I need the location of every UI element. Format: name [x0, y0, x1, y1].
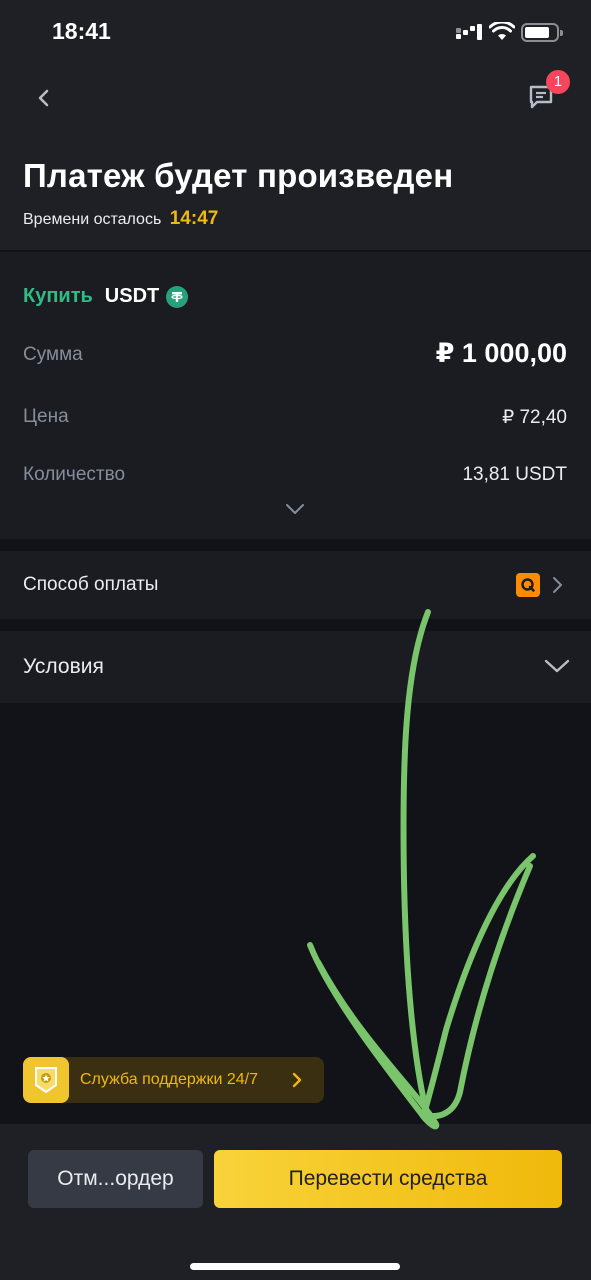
chevron-right-icon	[292, 1072, 302, 1088]
price-label: Цена	[23, 406, 69, 427]
amount-value: ₽ 1 000,00	[435, 338, 567, 368]
order-details-card: Купить USDT Сумма ₽ 1 000,00 Цена ₽ 72,4…	[0, 252, 591, 539]
cellular-signal-icon	[456, 24, 482, 42]
asset-label: USDT	[104, 285, 160, 307]
terms-label: Условия	[23, 655, 104, 678]
quantity-label: Количество	[23, 464, 126, 485]
quantity-value: 13,81 USDT	[462, 464, 567, 485]
status-time: 18:41	[52, 18, 111, 44]
support-button[interactable]: Служба поддержки 24/7	[23, 1057, 324, 1103]
wifi-icon	[489, 22, 515, 40]
cancel-order-button[interactable]: Отм...ордер	[28, 1150, 203, 1208]
chevron-down-icon	[544, 659, 570, 673]
chevron-left-icon	[38, 89, 49, 107]
qiwi-icon	[516, 573, 540, 597]
chat-button[interactable]: 1	[524, 70, 570, 114]
home-indicator	[190, 1263, 400, 1270]
header: 1 Платеж будет произведен Времени остало…	[0, 64, 591, 250]
chat-badge: 1	[546, 70, 570, 94]
chevron-down-icon[interactable]	[284, 502, 306, 516]
timer-row: Времени осталось 14:47	[23, 208, 218, 230]
timer-countdown: 14:47	[169, 208, 219, 229]
transfer-funds-button[interactable]: Перевести средства	[214, 1150, 562, 1208]
terms-row[interactable]: Условия	[0, 631, 591, 703]
chevron-right-icon	[553, 577, 562, 593]
support-label: Служба поддержки 24/7	[80, 1071, 258, 1088]
amount-label: Сумма	[23, 344, 83, 365]
buy-label: Купить	[23, 285, 93, 307]
bottom-action-bar: Отм...ордер Перевести средства	[0, 1124, 591, 1280]
p2p-order-screen: 18:41 1 Платеж будет произведен Времени …	[0, 0, 591, 1280]
payment-method-row[interactable]: Способ оплаты	[0, 551, 591, 619]
battery-icon	[521, 23, 563, 42]
page-title: Платеж будет произведен	[23, 157, 454, 194]
tether-icon	[166, 285, 189, 308]
support-badge-icon	[23, 1057, 69, 1103]
timer-label: Времени осталось	[23, 211, 162, 228]
price-value: ₽ 72,40	[502, 407, 567, 428]
status-bar: 18:41	[0, 0, 591, 64]
back-button[interactable]	[26, 80, 62, 116]
payment-method-label: Способ оплаты	[23, 574, 159, 595]
trade-type-row: Купить USDT	[23, 285, 189, 308]
